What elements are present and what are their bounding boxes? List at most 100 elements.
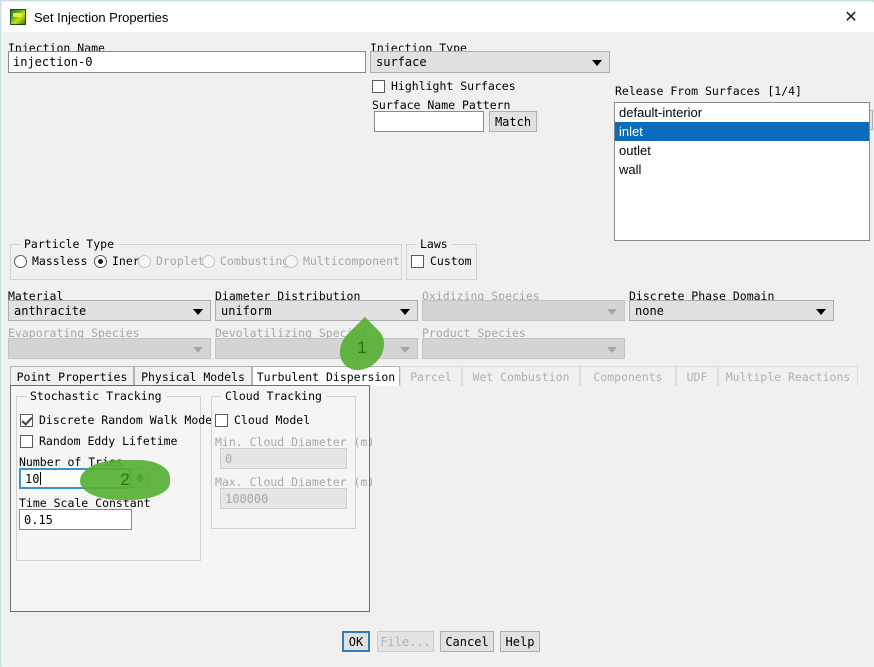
diameter-distribution-dropdown[interactable]: uniform [215, 300, 418, 321]
help-button-label: Help [506, 635, 535, 649]
title-bar: Set Injection Properties ✕ [2, 2, 874, 32]
material-dropdown[interactable]: anthracite [8, 300, 211, 321]
chevron-down-icon [400, 309, 410, 315]
min-cloud-diameter-label: Min. Cloud Diameter (m) [215, 435, 374, 449]
tab-wet-combustion[interactable]: Wet Combustion [462, 366, 580, 386]
random-eddy-lifetime-label: Random Eddy Lifetime [39, 434, 177, 448]
file-button-label: File... [380, 635, 431, 649]
tab-strip: Point Properties Physical Models Turbule… [10, 366, 866, 386]
dialog-window: Set Injection Properties ✕ Injection Nam… [0, 0, 874, 667]
checkbox-box [20, 414, 33, 427]
match-button[interactable]: Match [489, 111, 537, 132]
cancel-button-label: Cancel [445, 635, 488, 649]
particle-type-legend: Particle Type [20, 237, 118, 251]
tab-turbulent-dispersion[interactable]: Turbulent Dispersion [252, 366, 400, 386]
radio-circle [94, 255, 107, 268]
particle-type-massless[interactable]: Massless [14, 254, 87, 268]
checkbox-box [215, 414, 228, 427]
stepper-down-icon[interactable] [136, 478, 144, 483]
checkbox-box [411, 255, 424, 268]
release-from-surfaces-counter: [1/4] [767, 84, 802, 98]
random-eddy-lifetime-checkbox[interactable]: Random Eddy Lifetime [20, 434, 177, 448]
ok-button-label: OK [349, 635, 363, 649]
number-of-tries-label: Number of Tries [19, 455, 123, 469]
tab-physical-models[interactable]: Physical Models [134, 366, 252, 386]
discrete-phase-domain-dropdown[interactable]: none [629, 300, 834, 321]
particle-type-combusting-label: Combusting [220, 254, 289, 268]
max-cloud-diameter-input: 100000 [220, 488, 347, 509]
tab-label: UDF [687, 370, 708, 384]
radio-circle [202, 255, 215, 268]
min-cloud-diameter-input: 0 [220, 448, 347, 469]
number-of-tries-value: 10 [25, 472, 39, 486]
injection-type-dropdown[interactable]: surface [370, 51, 610, 73]
tab-label: Components [593, 370, 662, 384]
particle-type-droplet[interactable]: Droplet [138, 254, 204, 268]
time-scale-constant-input[interactable]: 0.15 [19, 509, 132, 530]
stochastic-tracking-legend: Stochastic Tracking [26, 389, 166, 403]
number-of-tries-input[interactable]: 10 [19, 468, 131, 489]
checkbox-box [20, 435, 33, 448]
particle-type-multicomponent-label: Multicomponent [303, 254, 400, 268]
chevron-down-icon [400, 347, 410, 353]
discrete-random-walk-label: Discrete Random Walk Model [39, 413, 219, 427]
chevron-down-icon [193, 309, 203, 315]
tab-point-properties[interactable]: Point Properties [10, 366, 134, 386]
cloud-model-checkbox[interactable]: Cloud Model [215, 413, 310, 427]
tab-multiple-reactions[interactable]: Multiple Reactions [718, 366, 858, 386]
window-title: Set Injection Properties [34, 10, 168, 25]
cancel-button[interactable]: Cancel [440, 631, 494, 652]
evaporating-species-dropdown [8, 338, 211, 359]
ok-button[interactable]: OK [342, 631, 370, 652]
footer-bar: OK File... Cancel Help [2, 619, 874, 667]
list-item[interactable]: outlet [615, 141, 869, 160]
match-button-label: Match [495, 115, 531, 129]
chevron-down-icon [592, 60, 602, 66]
laws-custom-label: Custom [430, 254, 472, 268]
list-item[interactable]: default-interior [615, 103, 869, 122]
tab-label: Parcel [410, 370, 452, 384]
release-from-surfaces-label: Release From Surfaces [1/4] [615, 84, 802, 98]
chevron-down-icon [607, 347, 617, 353]
number-of-tries-stepper[interactable] [131, 468, 149, 488]
cloud-tracking-legend: Cloud Tracking [221, 389, 326, 403]
particle-type-multicomponent[interactable]: Multicomponent [285, 254, 400, 268]
max-cloud-diameter-value: 100000 [225, 492, 268, 506]
radio-circle [14, 255, 27, 268]
discrete-random-walk-checkbox[interactable]: Discrete Random Walk Model [20, 413, 219, 427]
highlight-surfaces-label: Highlight Surfaces [391, 79, 516, 93]
particle-type-combusting[interactable]: Combusting [202, 254, 289, 268]
material-value: anthracite [14, 304, 86, 318]
product-species-dropdown [422, 338, 625, 359]
tab-udf[interactable]: UDF [676, 366, 718, 386]
surface-name-pattern-label: Surface Name Pattern [372, 98, 510, 112]
tab-components[interactable]: Components [580, 366, 676, 386]
injection-type-value: surface [376, 55, 427, 69]
laws-custom-checkbox[interactable]: Custom [411, 254, 472, 268]
tab-label: Multiple Reactions [726, 370, 851, 384]
file-button: File... [377, 631, 434, 652]
tab-parcel[interactable]: Parcel [400, 366, 462, 386]
checkbox-box [372, 80, 385, 93]
release-from-surfaces-listbox[interactable]: default-interior inlet outlet wall [614, 102, 870, 241]
diameter-distribution-value: uniform [221, 304, 272, 318]
text-caret [40, 472, 41, 485]
fluent-app-icon [10, 9, 26, 25]
injection-name-value: injection-0 [13, 55, 92, 69]
radio-circle [285, 255, 298, 268]
help-button[interactable]: Help [500, 631, 540, 652]
highlight-surfaces-checkbox[interactable]: Highlight Surfaces [372, 79, 516, 93]
tab-label: Turbulent Dispersion [257, 370, 395, 384]
release-from-surfaces-text: Release From Surfaces [615, 84, 760, 98]
close-icon[interactable]: ✕ [828, 2, 874, 32]
injection-name-input[interactable]: injection-0 [8, 51, 366, 73]
list-item[interactable]: inlet [615, 122, 869, 141]
tab-label: Physical Models [141, 370, 245, 384]
tab-label: Point Properties [17, 370, 128, 384]
cloud-model-label: Cloud Model [234, 413, 310, 427]
devolatilizing-species-dropdown [215, 338, 418, 359]
surface-name-pattern-input[interactable] [374, 111, 484, 132]
min-cloud-diameter-value: 0 [225, 452, 232, 466]
time-scale-constant-value: 0.15 [24, 513, 53, 527]
list-item[interactable]: wall [615, 160, 869, 179]
